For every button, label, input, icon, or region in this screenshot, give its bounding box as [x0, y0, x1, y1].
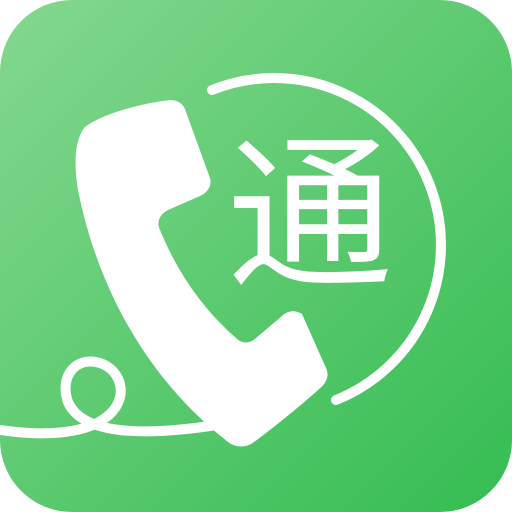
app-icon-graphic: 通: [0, 0, 512, 512]
app-glyph: 通: [227, 120, 393, 313]
app-icon[interactable]: 通: [0, 0, 512, 512]
